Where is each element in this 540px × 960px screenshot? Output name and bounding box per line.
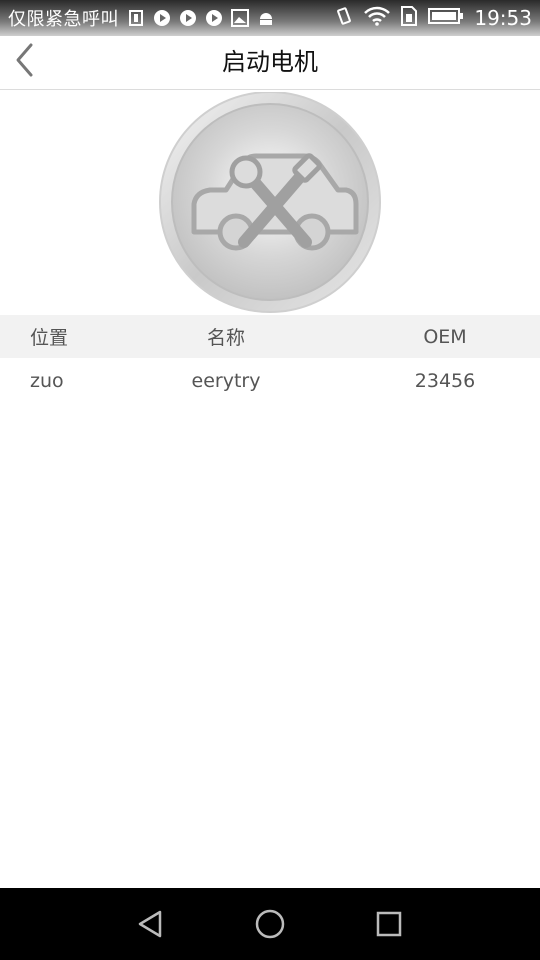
android-icon [257, 9, 275, 27]
notification-icons [127, 9, 275, 27]
play-icon [205, 9, 223, 27]
column-header-oem: OEM [423, 325, 467, 348]
home-circle-icon[interactable] [250, 906, 290, 942]
clock: 19:53 [474, 6, 532, 30]
status-right: 19:53 [334, 6, 532, 30]
wifi-icon [364, 6, 391, 30]
page-title: 启动电机 [222, 48, 318, 76]
cell-oem: 23456 [414, 370, 476, 392]
header: 启动电机 [0, 36, 540, 90]
status-bar: 仅限紧急呼叫 19:53 [0, 0, 540, 36]
image-icon [231, 9, 249, 27]
table-header: 位置 名称 OEM [0, 315, 540, 358]
table-row[interactable]: zuo eerytry 23456 [0, 358, 540, 404]
sim-icon [127, 9, 145, 27]
sim-card-icon [400, 6, 418, 30]
car-repair-emblem [156, 91, 384, 316]
recents-square-icon[interactable] [369, 906, 409, 942]
vibrate-icon [334, 6, 354, 30]
play-icon [153, 9, 171, 27]
carrier-text: 仅限紧急呼叫 [8, 9, 119, 30]
system-nav-bar [0, 888, 540, 960]
play-icon [179, 9, 197, 27]
battery-icon [428, 7, 464, 29]
back-triangle-icon[interactable] [130, 906, 170, 942]
